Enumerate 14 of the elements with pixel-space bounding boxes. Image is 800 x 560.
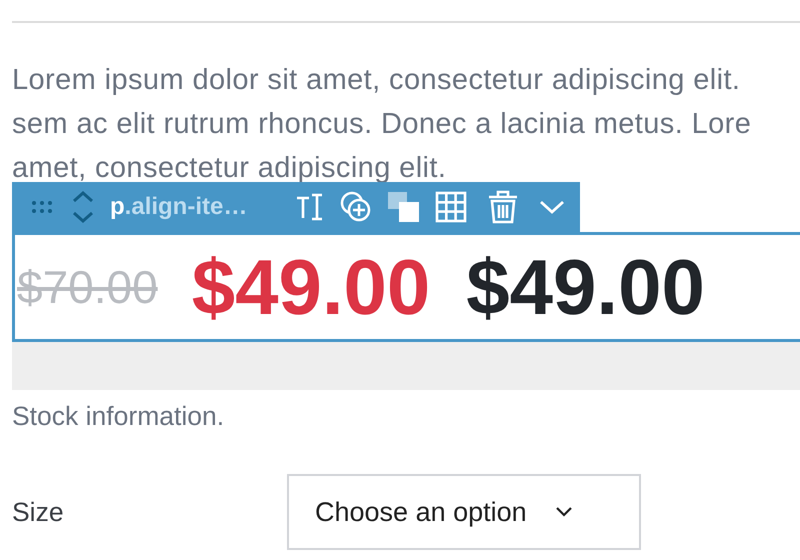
size-select[interactable]: Choose an option: [287, 474, 641, 550]
old-price: $70.00: [17, 260, 158, 314]
sale-price: $49.00: [192, 242, 430, 332]
description-paragraph: Lorem ipsum dolor sit amet, consectetur adipiscing elit. sem ac elit rutrum rhoncus. Donec a lacinia metus. Lore amet, consectetur adipiscing elit.: [12, 63, 752, 186]
selected-block[interactable]: $70.00 $49.00 $49.00: [12, 232, 800, 342]
trash-icon[interactable]: [487, 190, 520, 224]
chevron-down-icon: [554, 506, 573, 518]
overlapping-squares-icon[interactable]: [387, 191, 422, 223]
stock-note: Stock information.: [12, 400, 226, 433]
chevron-down-icon[interactable]: [539, 199, 566, 215]
grid-icon[interactable]: [435, 191, 468, 223]
move-up-down-icon[interactable]: [70, 189, 96, 225]
regular-price: $49.00: [466, 242, 705, 332]
size-label: Size: [12, 496, 65, 528]
